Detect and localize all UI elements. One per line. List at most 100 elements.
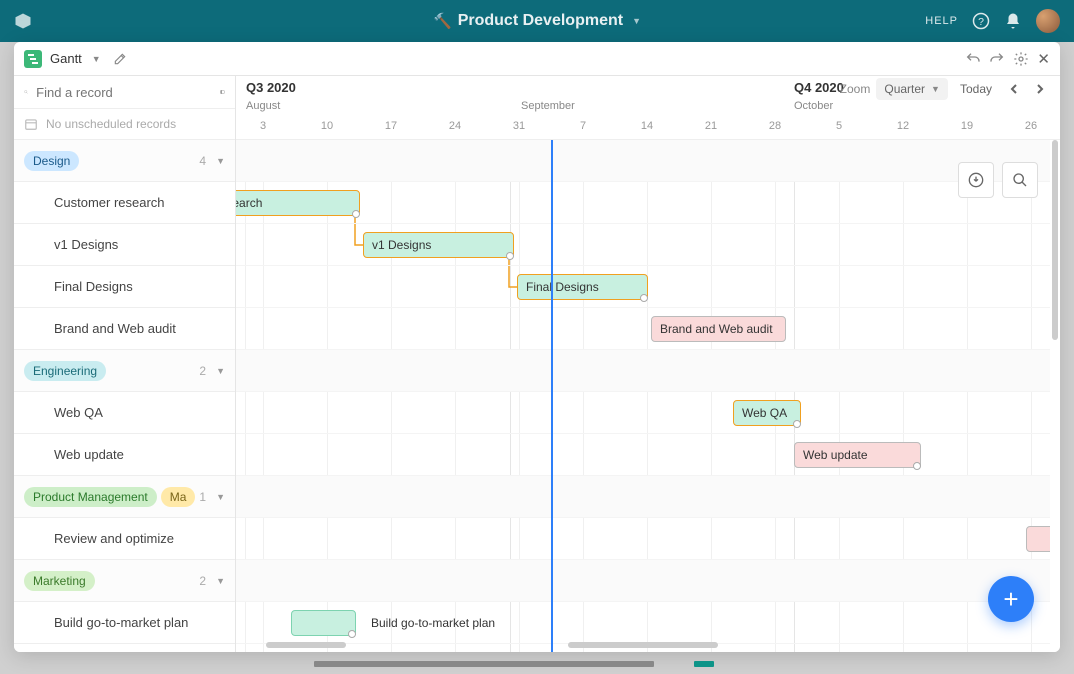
gantt-bar[interactable]: Web QA xyxy=(733,400,801,426)
task-label: Build go-to-market plan xyxy=(54,615,188,630)
group-pill: Marketing xyxy=(24,571,95,591)
task-label: Customer research xyxy=(54,195,165,210)
gantt-bar[interactable]: omer research xyxy=(236,190,360,216)
help-icon[interactable]: ? xyxy=(972,12,990,30)
gantt-bar[interactable]: Brand and Web audit xyxy=(651,316,786,342)
group-count: 4 xyxy=(199,154,206,168)
app-logo-icon xyxy=(14,12,32,30)
bell-icon[interactable] xyxy=(1004,12,1022,30)
task-row[interactable]: Build go-to-market plan xyxy=(14,602,235,644)
today-button[interactable]: Today xyxy=(954,78,998,100)
chevron-down-icon: ▼ xyxy=(216,576,225,586)
task-row[interactable]: Brand and Web audit xyxy=(14,308,235,350)
timeline-header: Q3 2020 Q4 2020 Zoom Quarter ▼ Today xyxy=(236,76,1060,140)
zoom-select[interactable]: Quarter ▼ xyxy=(876,78,948,100)
zoom-value: Quarter xyxy=(884,82,925,96)
bar-label: Final Designs xyxy=(526,280,599,294)
next-arrow-icon[interactable] xyxy=(1030,79,1050,99)
task-label: Web QA xyxy=(54,405,103,420)
edit-icon[interactable] xyxy=(113,52,127,66)
gear-icon[interactable] xyxy=(1013,51,1029,67)
zoom-controls: Zoom Quarter ▼ Today xyxy=(840,78,1050,100)
avatar[interactable] xyxy=(1036,9,1060,33)
zoom-label: Zoom xyxy=(840,82,871,96)
unscheduled-row[interactable]: No unscheduled records xyxy=(14,109,235,140)
horizontal-scrollbar-left[interactable] xyxy=(266,642,346,648)
task-label: Review and optimize xyxy=(54,531,174,546)
day-label: 21 xyxy=(705,120,717,132)
day-label: 19 xyxy=(961,120,973,132)
month-label: August xyxy=(246,100,280,112)
search-icon xyxy=(24,86,28,98)
task-row[interactable]: Final Designs xyxy=(14,266,235,308)
chevron-down-icon[interactable]: ▼ xyxy=(92,54,101,64)
group-count: 2 xyxy=(199,574,206,588)
group-pill: Product Management xyxy=(24,487,157,507)
search-row xyxy=(14,76,235,109)
task-row[interactable]: Web update xyxy=(14,434,235,476)
day-label: 24 xyxy=(449,120,461,132)
gantt-bar[interactable]: Final Designs xyxy=(517,274,648,300)
quarter-label-q4: Q4 2020 xyxy=(794,80,844,95)
search-input[interactable] xyxy=(36,85,212,100)
chart-rows: omer research v1 Designs Final Designs B… xyxy=(236,140,1050,652)
group-row-design[interactable]: Design 4 ▼ xyxy=(14,140,235,182)
gantt-bar[interactable] xyxy=(1026,526,1050,552)
gantt-panel: Gantt ▼ ✕ No unscheduled records Design xyxy=(14,42,1060,652)
bar-label: Brand and Web audit xyxy=(660,322,773,336)
bar-label: Web QA xyxy=(742,406,787,420)
undo-icon[interactable] xyxy=(965,51,981,67)
header-right: HELP ? xyxy=(925,9,1060,33)
hammer-icon: 🔨 xyxy=(433,12,452,30)
chevron-down-icon: ▼ xyxy=(632,16,641,26)
task-row[interactable]: Customer research xyxy=(14,182,235,224)
redo-icon[interactable] xyxy=(989,51,1005,67)
view-name[interactable]: Gantt xyxy=(50,51,82,66)
chart-area[interactable]: omer research v1 Designs Final Designs B… xyxy=(236,140,1050,652)
group-row-engineering[interactable]: Engineering 2▼ xyxy=(14,350,235,392)
gantt-bar[interactable]: v1 Designs xyxy=(363,232,514,258)
gantt-bar[interactable]: Web update xyxy=(794,442,921,468)
day-label: 17 xyxy=(385,120,397,132)
gantt-view-icon xyxy=(24,50,42,68)
collapse-sidebar-icon[interactable] xyxy=(220,85,225,99)
bar-label: Build go-to-market plan xyxy=(371,616,495,630)
app-header: 🔨 Product Development ▼ HELP ? xyxy=(0,0,1074,42)
gantt-bar[interactable] xyxy=(291,610,356,636)
group-row-marketing[interactable]: Marketing 2 ▼ xyxy=(14,560,235,602)
chevron-down-icon: ▼ xyxy=(216,366,225,376)
close-icon[interactable]: ✕ xyxy=(1037,50,1050,68)
day-label: 3 xyxy=(260,120,266,132)
task-label: v1 Designs xyxy=(54,237,118,252)
add-button[interactable]: + xyxy=(988,576,1034,622)
chevron-down-icon: ▼ xyxy=(216,156,225,166)
group-row-pm[interactable]: Product Management Ma 1▼ xyxy=(14,476,235,518)
panel-body: No unscheduled records Design 4 ▼ Custome… xyxy=(14,76,1060,652)
search-button[interactable] xyxy=(1002,162,1038,198)
timeline: Q3 2020 Q4 2020 Zoom Quarter ▼ Today xyxy=(236,76,1060,652)
bar-label: omer research xyxy=(236,196,262,210)
day-label: 5 xyxy=(836,120,842,132)
group-count: 1 xyxy=(199,490,206,504)
panel-toolbar: Gantt ▼ ✕ xyxy=(14,42,1060,76)
help-link[interactable]: HELP xyxy=(925,15,958,27)
day-label: 31 xyxy=(513,120,525,132)
prev-arrow-icon[interactable] xyxy=(1004,79,1024,99)
horizontal-scrollbar[interactable] xyxy=(568,642,718,648)
bar-label: Web update xyxy=(803,448,868,462)
day-label: 10 xyxy=(321,120,333,132)
bottom-bar xyxy=(14,654,1060,674)
unscheduled-label: No unscheduled records xyxy=(46,117,176,131)
group-pill: Design xyxy=(24,151,79,171)
task-row[interactable]: Review and optimize xyxy=(14,518,235,560)
month-label: September xyxy=(521,100,575,112)
download-button[interactable] xyxy=(958,162,994,198)
day-labels: 3 10 17 24 31 7 14 21 28 5 12 19 26 xyxy=(236,120,1060,136)
month-label: October xyxy=(794,100,833,112)
task-row[interactable]: v1 Designs xyxy=(14,224,235,266)
task-row[interactable]: Web QA xyxy=(14,392,235,434)
group-count: 2 xyxy=(199,364,206,378)
vertical-scrollbar[interactable] xyxy=(1052,140,1058,340)
workspace-title[interactable]: 🔨 Product Development ▼ xyxy=(433,12,641,30)
task-row[interactable]: Marketing campaign 1 xyxy=(14,644,235,652)
